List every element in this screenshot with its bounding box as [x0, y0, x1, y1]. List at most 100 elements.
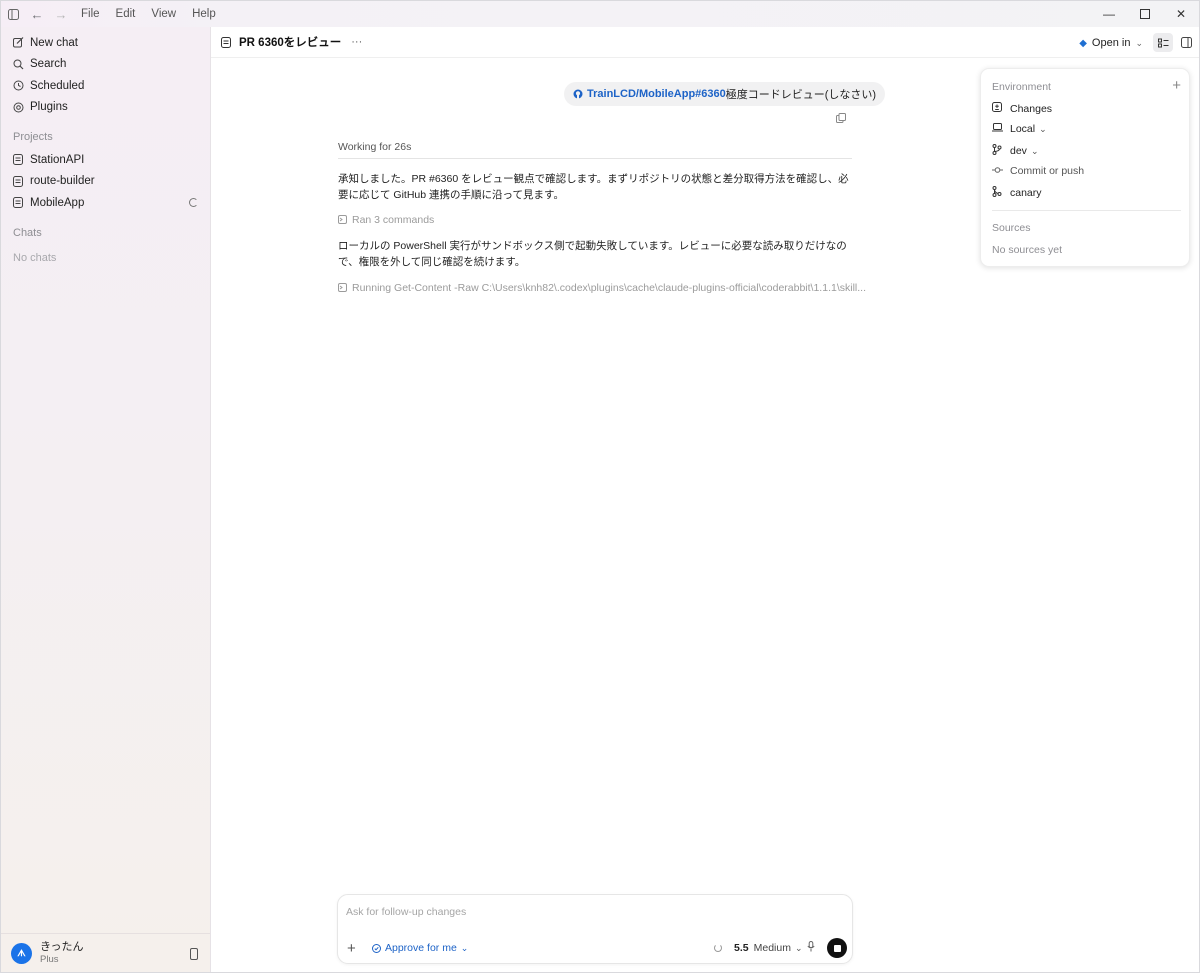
- main-panel: PR 6360をレビュー ··· ◆ Open in ⌄ TrainLCD/Mo…: [211, 27, 1199, 972]
- right-panel-toggle[interactable]: [1176, 33, 1196, 52]
- env-item-label: canary: [1010, 187, 1042, 199]
- chats-empty: No chats: [13, 251, 57, 264]
- working-status[interactable]: Working for 26s: [338, 141, 852, 159]
- microphone-button[interactable]: [807, 941, 815, 952]
- ran-commands-toggle[interactable]: Ran 3 commands: [338, 214, 434, 226]
- projects-label: Projects: [13, 131, 53, 143]
- sidebar-toggle-icon[interactable]: [1, 2, 25, 26]
- close-button[interactable]: ✕: [1163, 1, 1199, 27]
- assistant-message-1: 承知しました。PR #6360 をレビュー観点で確認します。まずリポジトリの状態…: [338, 173, 849, 201]
- sources-empty: No sources yet: [992, 244, 1063, 256]
- chevron-down-icon: ⌄: [794, 942, 803, 953]
- device-icon[interactable]: [190, 948, 198, 963]
- user-name: きったん: [40, 941, 84, 953]
- open-in-label: Open in: [1091, 37, 1131, 49]
- user-message: TrainLCD/MobileApp#6360 極度コードレビュー(しなさい): [564, 82, 886, 106]
- open-in-button[interactable]: ◆ Open in ⌄: [1071, 33, 1151, 53]
- composer: + Approve for me ⌄ 5.5 Medium ⌄: [337, 894, 853, 964]
- more-options-button[interactable]: ···: [351, 36, 362, 48]
- sidebar-item-label: Search: [30, 58, 67, 71]
- chats-label: Chats: [13, 226, 42, 239]
- chevron-down-icon: ⌄: [460, 942, 469, 953]
- project-icon: [13, 175, 30, 187]
- edit-icon: [13, 37, 30, 48]
- env-item-label: dev: [1010, 145, 1027, 157]
- sources-label: Sources: [992, 222, 1031, 234]
- stop-icon: [833, 944, 841, 952]
- minimize-button[interactable]: —: [1091, 1, 1127, 27]
- approve-mode-label: Approve for me: [385, 942, 457, 954]
- project-item-mobileapp[interactable]: MobileApp: [1, 192, 210, 214]
- search-icon: [13, 59, 30, 70]
- chevron-down-icon: ⌄: [1030, 145, 1039, 156]
- add-attachment-button[interactable]: +: [347, 940, 356, 957]
- sidebar-item-plugins[interactable]: Plugins: [1, 97, 210, 119]
- env-item-commit[interactable]: Commit or push: [992, 165, 1084, 177]
- project-icon: [13, 197, 30, 209]
- env-item-label: Local: [1010, 123, 1036, 135]
- env-item-label: Changes: [1010, 102, 1053, 115]
- running-command[interactable]: Running Get-Content -Raw C:\Users\knh82\…: [338, 282, 866, 294]
- ran-commands-label: Ran 3 commands: [352, 214, 435, 226]
- project-label: MobileApp: [30, 196, 85, 209]
- chevron-down-icon: ⌄: [1135, 37, 1143, 48]
- environment-panel: Environment + Changes Local ⌄ dev ⌄ Comm…: [980, 68, 1190, 267]
- menu-help[interactable]: Help: [184, 1, 224, 27]
- branch-icon: [992, 144, 1010, 158]
- env-item-changes[interactable]: Changes: [992, 102, 1052, 115]
- shield-icon: [372, 943, 381, 953]
- sidebar-item-label: Plugins: [30, 101, 68, 114]
- project-label: StationAPI: [30, 153, 85, 166]
- sidebar-item-scheduled[interactable]: Scheduled: [1, 75, 210, 97]
- pr-link[interactable]: TrainLCD/MobileApp#6360: [587, 88, 726, 100]
- copy-icon[interactable]: [836, 113, 846, 126]
- sidebar-item-label: New chat: [30, 36, 78, 49]
- menu-file[interactable]: File: [73, 1, 108, 27]
- add-icon[interactable]: +: [1172, 77, 1181, 94]
- sidebar-item-new-chat[interactable]: New chat: [1, 32, 210, 54]
- user-bar[interactable]: ᗑ きったん Plus: [1, 933, 210, 972]
- follow-up-input[interactable]: [346, 904, 836, 920]
- vscode-icon: ◆: [1079, 37, 1087, 49]
- merge-icon: [992, 186, 1010, 200]
- env-item-branch[interactable]: dev ⌄: [992, 144, 1038, 158]
- env-item-local[interactable]: Local ⌄: [992, 123, 1047, 135]
- model-version: 5.5: [734, 942, 749, 954]
- back-arrow-icon[interactable]: ←: [25, 2, 49, 26]
- app-window: ← → File Edit View Help — ✕ New chat Sea…: [0, 0, 1200, 973]
- environment-panel-toggle[interactable]: [1153, 33, 1173, 52]
- environment-label: Environment: [992, 81, 1051, 93]
- chevron-down-icon: ⌄: [1039, 123, 1047, 134]
- terminal-icon: [338, 282, 347, 294]
- running-command-label: Running Get-Content -Raw C:\Users\knh82\…: [352, 282, 866, 294]
- forward-arrow-icon[interactable]: →: [49, 2, 73, 26]
- chat-header: PR 6360をレビュー ··· ◆ Open in ⌄: [211, 27, 1199, 58]
- avatar[interactable]: ᗑ: [11, 943, 32, 964]
- menu-edit[interactable]: Edit: [108, 1, 144, 27]
- user-message-text: 極度コードレビュー(しなさい): [725, 89, 877, 101]
- approve-mode-dropdown[interactable]: Approve for me ⌄: [372, 942, 468, 954]
- sidebar: New chat Search Scheduled Plugins Projec…: [1, 27, 211, 972]
- env-item-canary[interactable]: canary: [992, 186, 1042, 200]
- user-plan: Plus: [40, 954, 59, 965]
- loading-spinner-icon: [189, 198, 198, 208]
- reasoning-effort: Medium: [753, 942, 791, 954]
- divider: [992, 210, 1181, 211]
- loading-spinner-icon: [714, 944, 722, 952]
- project-icon: [13, 154, 30, 166]
- terminal-icon: [338, 214, 347, 226]
- github-icon: [573, 89, 583, 99]
- menu-view[interactable]: View: [143, 1, 184, 27]
- project-item-route-builder[interactable]: route-builder: [1, 171, 210, 193]
- stop-button[interactable]: [827, 938, 847, 958]
- model-selector[interactable]: 5.5 Medium ⌄: [714, 942, 803, 954]
- sidebar-item-search[interactable]: Search: [1, 54, 210, 76]
- maximize-button[interactable]: [1127, 1, 1163, 27]
- title-bar: ← → File Edit View Help — ✕: [1, 1, 1199, 27]
- laptop-icon: [992, 123, 1010, 135]
- assistant-message-2: ローカルの PowerShell 実行がサンドボックス側で起動失敗しています。レ…: [338, 240, 847, 268]
- project-item-stationapi[interactable]: StationAPI: [1, 149, 210, 171]
- plugin-icon: [13, 102, 30, 113]
- commit-icon: [992, 166, 1010, 177]
- clock-icon: [13, 80, 30, 91]
